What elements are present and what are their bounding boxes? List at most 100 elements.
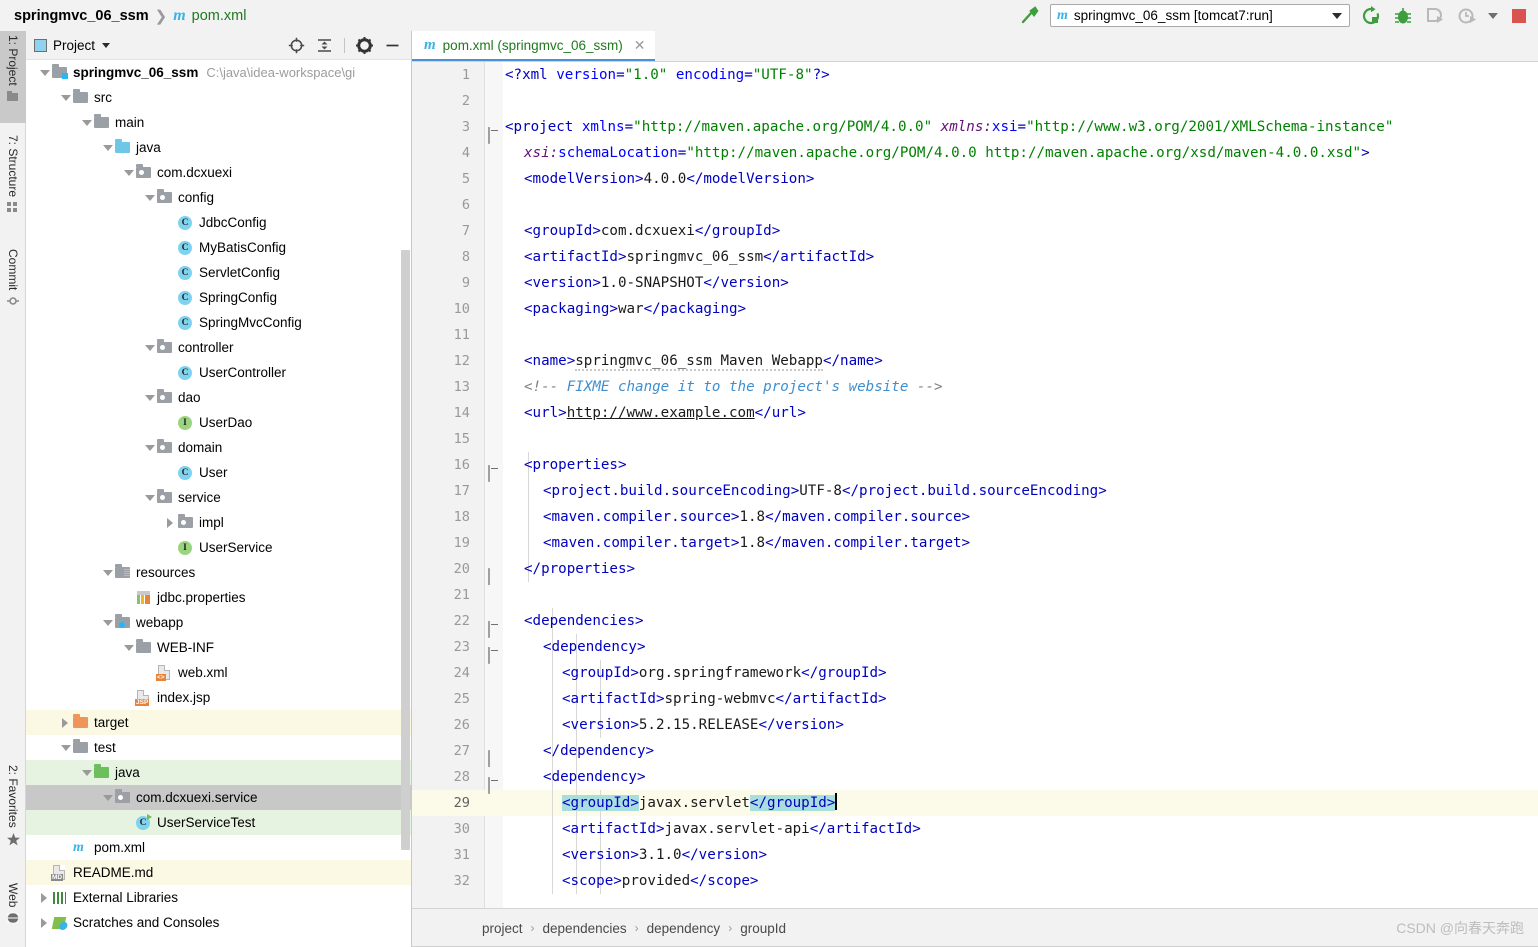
code-line[interactable]: 18 <maven.compiler.source>1.8</maven.comp…	[412, 504, 1538, 530]
code-line[interactable]: 17 <project.build.sourceEncoding>UTF-8</p…	[412, 478, 1538, 504]
chevron-down-icon[interactable]	[102, 42, 111, 48]
code-line[interactable]: 23 <dependency>	[412, 634, 1538, 664]
tree-node-jdbc-properties[interactable]: jdbc.properties	[26, 585, 411, 610]
code-line[interactable]: 10 <packaging>war</packaging>	[412, 296, 1538, 322]
fold-open-icon[interactable]	[488, 642, 499, 664]
sidebar-tab-favorites[interactable]: 2: Favorites	[0, 761, 26, 871]
chevron-down-icon[interactable]	[59, 85, 72, 110]
code-line[interactable]: 24 <groupId>org.springframework</groupId>	[412, 660, 1538, 686]
code-line[interactable]: 5 <modelVersion>4.0.0</modelVersion>	[412, 166, 1538, 192]
chevron-down-icon[interactable]	[101, 135, 114, 160]
chevron-down-icon[interactable]	[143, 185, 156, 210]
run-configuration-selector[interactable]: m springmvc_06_ssm [tomcat7:run]	[1050, 4, 1350, 27]
tree-node-com-dcxuexi-service[interactable]: com.dcxuexi.service	[26, 785, 411, 810]
tree-node-service[interactable]: service	[26, 485, 411, 510]
tree-node-java[interactable]: java	[26, 760, 411, 785]
sidebar-tab-project[interactable]: 1: Project	[0, 31, 26, 123]
sidebar-tab-commit[interactable]: Commit	[0, 245, 26, 329]
breadcrumb-item-project[interactable]: project	[482, 921, 523, 936]
tree-node-com-dcxuexi[interactable]: com.dcxuexi	[26, 160, 411, 185]
tree-node-impl[interactable]: impl	[26, 510, 411, 535]
code-line[interactable]: 29 <groupId>javax.servlet</groupId>	[412, 790, 1538, 816]
editor-tab-pom-xml[interactable]: m pom.xml (springmvc_06_ssm) ✕	[412, 31, 656, 61]
tree-node-pom-xml[interactable]: m pom.xml	[26, 835, 411, 860]
tree-node-userservice[interactable]: I UserService	[26, 535, 411, 560]
chevron-down-icon[interactable]	[1332, 12, 1342, 19]
code-line[interactable]: 32 <scope>provided</scope>	[412, 868, 1538, 894]
tree-node-test[interactable]: test	[26, 735, 411, 760]
code-editor[interactable]: 1 <?xml version="1.0" encoding="UTF-8"?> 2…	[412, 62, 1538, 908]
chevron-down-icon[interactable]	[101, 610, 114, 635]
code-line[interactable]: 27 </dependency>	[412, 738, 1538, 767]
close-icon[interactable]: ✕	[634, 37, 646, 54]
tree-node-external-libraries[interactable]: External Libraries	[26, 885, 411, 910]
chevron-down-icon[interactable]	[1488, 12, 1498, 19]
stop-square-icon[interactable]	[1508, 5, 1530, 27]
tree-node-user[interactable]: C User	[26, 460, 411, 485]
code-line[interactable]: 25 <artifactId>spring-webmvc</artifactId>	[412, 686, 1538, 712]
collapse-all-icon[interactable]	[316, 37, 333, 54]
fold-close-icon[interactable]	[488, 564, 499, 585]
tree-node-src[interactable]: src	[26, 85, 411, 110]
tree-node-readme-md[interactable]: MD README.md	[26, 860, 411, 885]
gear-icon[interactable]	[356, 36, 373, 54]
code-line[interactable]: 6	[412, 192, 1538, 218]
profiler-icon[interactable]	[1456, 5, 1478, 27]
code-line[interactable]: 21	[412, 582, 1538, 608]
project-tree[interactable]: springmvc_06_ssm C:\java\idea-workspace\g…	[26, 60, 411, 947]
chevron-down-icon[interactable]	[80, 760, 93, 785]
code-line[interactable]: 3 <project xmlns="http://maven.apache.org…	[412, 114, 1538, 144]
tree-node-usercontroller[interactable]: C UserController	[26, 360, 411, 385]
tree-node-web-xml[interactable]: <> web.xml	[26, 660, 411, 685]
bug-icon[interactable]	[1392, 5, 1414, 27]
code-line[interactable]: 14 <url>http://www.example.com</url>	[412, 400, 1538, 426]
code-line[interactable]: 12 <name>springmvc_06_ssm Maven Webapp</n…	[412, 348, 1538, 374]
rerun-icon[interactable]	[1360, 5, 1382, 27]
chevron-down-icon[interactable]	[143, 385, 156, 410]
tree-node-config[interactable]: config	[26, 185, 411, 210]
tree-node-scratches-and-consoles[interactable]: Scratches and Consoles	[26, 910, 411, 935]
code-line[interactable]: 13 <!-- FIXME change it to the project's …	[412, 374, 1538, 400]
chevron-down-icon[interactable]	[59, 735, 72, 760]
tree-node-controller[interactable]: controller	[26, 335, 411, 360]
fold-open-icon[interactable]	[488, 460, 499, 482]
tree-node-mybatisconfig[interactable]: C MyBatisConfig	[26, 235, 411, 260]
chevron-right-icon[interactable]	[38, 910, 51, 935]
code-line[interactable]: 20 </properties>	[412, 556, 1538, 585]
fold-open-icon[interactable]	[488, 772, 499, 794]
chevron-down-icon[interactable]	[101, 785, 114, 810]
hammer-icon[interactable]	[1018, 5, 1040, 27]
tree-node-webapp[interactable]: webapp	[26, 610, 411, 635]
code-line[interactable]: 16 <properties>	[412, 452, 1538, 482]
breadcrumb-item-groupid[interactable]: groupId	[740, 921, 786, 936]
tree-scrollbar[interactable]	[401, 250, 410, 850]
chevron-down-icon[interactable]	[143, 435, 156, 460]
code-line[interactable]: 28 <dependency>	[412, 764, 1538, 794]
code-line[interactable]: 31 <version>3.1.0</version>	[412, 842, 1538, 868]
tree-node-userdao[interactable]: I UserDao	[26, 410, 411, 435]
tree-node-resources[interactable]: resources	[26, 560, 411, 585]
code-line[interactable]: 19 <maven.compiler.target>1.8</maven.comp…	[412, 530, 1538, 556]
code-line[interactable]: 2	[412, 88, 1538, 114]
crosshair-target-icon[interactable]	[288, 37, 305, 54]
tree-node-springmvcconfig[interactable]: C SpringMvcConfig	[26, 310, 411, 335]
code-line[interactable]: 4 xsi:schemaLocation="http://maven.apache…	[412, 140, 1538, 166]
code-line[interactable]: 11	[412, 322, 1538, 348]
chevron-right-icon[interactable]	[38, 885, 51, 910]
tree-node-userservicetest[interactable]: C UserServiceTest	[26, 810, 411, 835]
sidebar-tab-structure[interactable]: 7: Structure	[0, 131, 26, 237]
chevron-down-icon[interactable]	[38, 60, 51, 85]
breadcrumb-file[interactable]: pom.xml	[192, 8, 247, 24]
chevron-down-icon[interactable]	[143, 335, 156, 360]
project-panel-title[interactable]: Project	[53, 38, 95, 53]
code-line[interactable]: 26 <version>5.2.15.RELEASE</version>	[412, 712, 1538, 738]
breadcrumb-item-dependency[interactable]: dependency	[647, 921, 721, 936]
tree-node-springmvc-06-ssm[interactable]: springmvc_06_ssm C:\java\idea-workspace\g…	[26, 60, 411, 85]
tree-node-target[interactable]: target	[26, 710, 411, 735]
fold-close-icon[interactable]	[488, 746, 499, 767]
chevron-down-icon[interactable]	[122, 160, 135, 185]
tree-node-springconfig[interactable]: C SpringConfig	[26, 285, 411, 310]
code-line[interactable]: 7 <groupId>com.dcxuexi</groupId>	[412, 218, 1538, 244]
code-line[interactable]: 1 <?xml version="1.0" encoding="UTF-8"?>	[412, 62, 1538, 88]
tree-node-dao[interactable]: dao	[26, 385, 411, 410]
